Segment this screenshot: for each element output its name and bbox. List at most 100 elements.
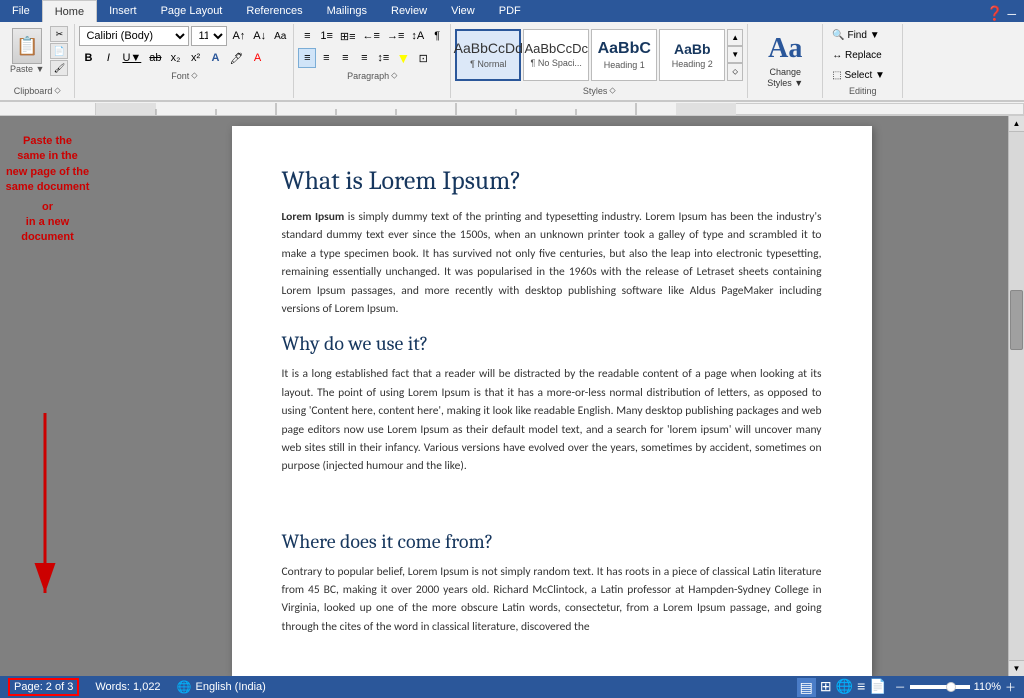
help-icon[interactable]: ❓ [986,5,1003,22]
show-formatting-button[interactable]: ¶ [428,26,446,46]
outline-icon[interactable]: ≡ [857,678,865,697]
select-button[interactable]: ⬚ Select ▼ [827,66,890,84]
zoom-slider[interactable] [910,685,970,689]
style-normal-label: ¶ Normal [470,59,506,69]
font-label: Font ⬦ [79,70,289,81]
styles-expand-icon[interactable]: ⬦ [609,85,615,96]
zoom-out-button[interactable]: － [895,679,906,695]
change-styles-button[interactable]: Aa ChangeStyles ▼ [762,28,808,94]
scroll-up-button[interactable]: ▲ [1009,116,1024,132]
font-row1: Calibri (Body) 11 A↑ A↓ Aa [79,26,289,46]
doc-page: What is Lorem Ipsum? Lorem Ipsum is simp… [232,126,872,676]
cut-button[interactable]: ✂ [50,26,68,42]
draft-icon[interactable]: 📄 [869,678,886,697]
text-highlight-button[interactable]: 🖊 [227,48,247,68]
font-name-select[interactable]: Calibri (Body) [79,26,189,46]
increase-indent-button[interactable]: →≡ [384,26,407,46]
styles-group: AaBbCcDd ¶ Normal AaBbCcDc ¶ No Spaci...… [451,24,748,98]
tab-mailings[interactable]: Mailings [315,0,379,22]
tab-view[interactable]: View [439,0,487,22]
tab-row: File Home Insert Page Layout References … [0,0,1024,22]
web-layout-icon[interactable]: 🌐 [836,678,853,697]
status-bar: Page: 2 of 3 Words: 1,022 🌐 English (Ind… [0,676,1024,698]
page-break-spacer [282,490,822,530]
align-right-button[interactable]: ≡ [336,48,354,68]
clipboard-group: 📋 Paste ▼ ✂ 📄 🖌 Clipboard ⬦ [0,24,75,98]
right-scrollbar: ▲ ▼ [1008,116,1024,676]
decrease-indent-button[interactable]: ←≡ [360,26,383,46]
zoom-in-button[interactable]: ＋ [1005,679,1016,695]
bullets-button[interactable]: ≡ [298,26,316,46]
annotation-line2: same in the [5,149,90,164]
full-screen-icon[interactable]: ⊞ [820,678,832,697]
clipboard-expand-icon[interactable]: ⬦ [54,85,60,96]
scroll-down-button[interactable]: ▼ [1009,660,1024,676]
style-heading1[interactable]: AaBbC Heading 1 [591,29,657,81]
style-no-spacing[interactable]: AaBbCcDc ¶ No Spaci... [523,29,589,81]
shrink-font-button[interactable]: A↓ [250,26,269,46]
paste-button[interactable]: 📋 Paste ▼ [6,26,48,83]
find-button[interactable]: 🔍 Find ▼ [827,26,890,44]
tab-file[interactable]: File [0,0,42,22]
font-size-select[interactable]: 11 [191,26,227,46]
bold-button[interactable]: B [79,48,97,68]
paragraph-expand-icon[interactable]: ⬦ [391,70,397,81]
change-styles-label: ChangeStyles ▼ [767,67,803,89]
clear-format-button[interactable]: Aa [271,26,289,46]
annotation-line5: in a new [5,215,90,230]
minimize-icon[interactable]: ─ [1007,7,1016,21]
tab-pdf[interactable]: PDF [487,0,533,22]
font-row2: B I U▼ ab x₂ x² A 🖊 A [79,48,266,68]
doc-p1-rest: is simply dummy text of the printing and… [282,210,822,316]
font-color-button[interactable]: A [249,48,267,68]
styles-more[interactable]: ⬦ [727,63,743,81]
tab-review[interactable]: Review [379,0,439,22]
justify-button[interactable]: ≡ [355,48,373,68]
tab-home[interactable]: Home [42,0,97,22]
tab-insert[interactable]: Insert [97,0,149,22]
border-button[interactable]: ⊡ [414,48,432,68]
align-left-button[interactable]: ≡ [298,48,316,68]
tab-references[interactable]: References [234,0,314,22]
format-painter-button[interactable]: 🖌 [50,60,68,76]
style-normal[interactable]: AaBbCcDd ¶ Normal [455,29,521,81]
style-heading2[interactable]: AaBb Heading 2 [659,29,725,81]
italic-button[interactable]: I [99,48,117,68]
ruler-inner [95,103,1024,115]
replace-button[interactable]: ↔ Replace [827,46,890,64]
shading-button[interactable]: ▼ [393,48,413,68]
scroll-track[interactable] [1009,132,1024,660]
strikethrough-button[interactable]: ab [146,48,164,68]
underline-button[interactable]: U▼ [119,48,144,68]
annotation-line6: document [5,230,90,245]
ribbon: 📋 Paste ▼ ✂ 📄 🖌 Clipboard ⬦ Calibri (Bod [0,22,1024,102]
styles-scroll-up[interactable]: ▲ [727,29,743,46]
editing-group: 🔍 Find ▼ ↔ Replace ⬚ Select ▼ Editing [823,24,903,98]
numbering-button[interactable]: 1≡ [317,26,336,46]
subscript-button[interactable]: x₂ [167,48,185,68]
grow-font-button[interactable]: A↑ [229,26,248,46]
styles-label: Styles ⬦ [455,85,743,96]
ribbon-controls: 📋 Paste ▼ ✂ 📄 🖌 Clipboard ⬦ Calibri (Bod [0,22,1024,101]
sort-button[interactable]: ↕A [408,26,427,46]
scroll-thumb[interactable] [1010,290,1023,350]
style-h1-label: Heading 1 [604,60,645,70]
doc-paragraph2: It is a long established fact that a rea… [282,365,822,475]
styles-scroll-down[interactable]: ▼ [727,46,743,63]
align-center-button[interactable]: ≡ [317,48,335,68]
tab-page-layout[interactable]: Page Layout [149,0,235,22]
red-arrow [15,413,75,616]
change-styles-icon: Aa [768,33,802,65]
annotation-line1: Paste the [5,134,90,149]
annotation-text: Paste the same in the new page of the sa… [5,134,90,246]
clipboard-small-buttons: ✂ 📄 🖌 [50,26,68,83]
multilevel-list-button[interactable]: ⊞≡ [337,26,359,46]
superscript-button[interactable]: x² [187,48,205,68]
editing-label: Editing [827,86,898,96]
paragraph-label: Paragraph ⬦ [298,70,446,81]
print-layout-icon[interactable]: ▤ [797,678,816,697]
line-spacing-button[interactable]: ↕≡ [374,48,392,68]
font-expand-icon[interactable]: ⬦ [191,70,197,81]
copy-button[interactable]: 📄 [50,43,68,59]
text-effects-button[interactable]: A [207,48,225,68]
